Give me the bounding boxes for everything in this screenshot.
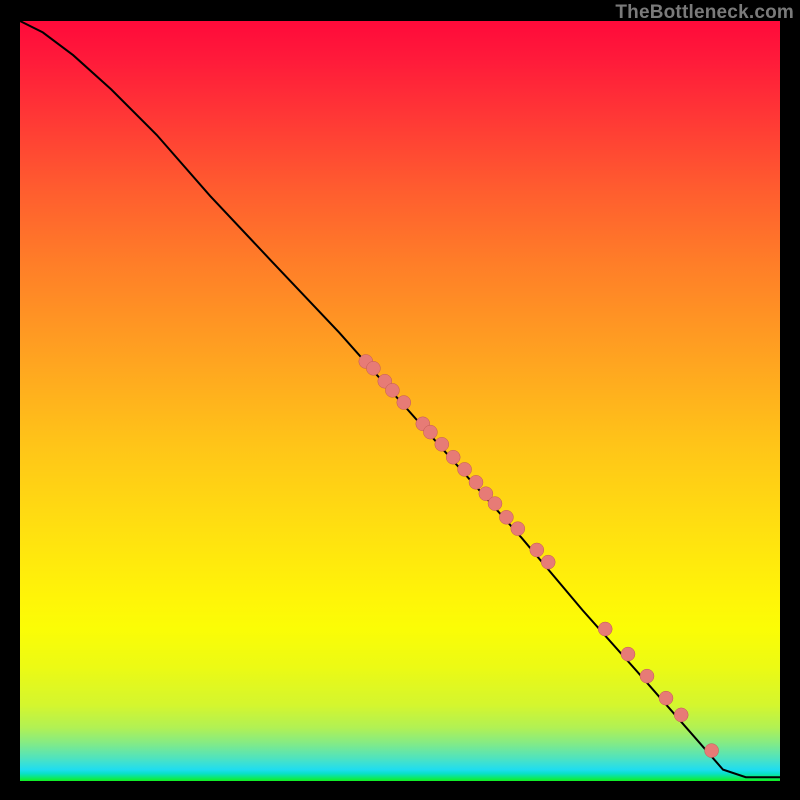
chart-svg: [20, 21, 780, 781]
marker-point: [674, 708, 688, 722]
marker-point: [511, 522, 525, 536]
marker-point: [621, 647, 635, 661]
marker-point: [435, 437, 449, 451]
marker-point: [640, 669, 654, 683]
marker-point: [598, 622, 612, 636]
plot-area: [20, 21, 780, 781]
marker-point: [366, 361, 380, 375]
marker-point: [397, 396, 411, 410]
marker-point: [659, 691, 673, 705]
marker-point: [530, 543, 544, 557]
marker-point: [458, 462, 472, 476]
marker-point: [385, 383, 399, 397]
marker-point: [705, 744, 719, 758]
marker-point: [423, 425, 437, 439]
marker-point: [446, 450, 460, 464]
marker-point: [541, 555, 555, 569]
marker-point: [488, 497, 502, 511]
marker-point: [469, 475, 483, 489]
marker-point: [499, 510, 513, 524]
watermark-text: TheBottleneck.com: [615, 2, 794, 24]
